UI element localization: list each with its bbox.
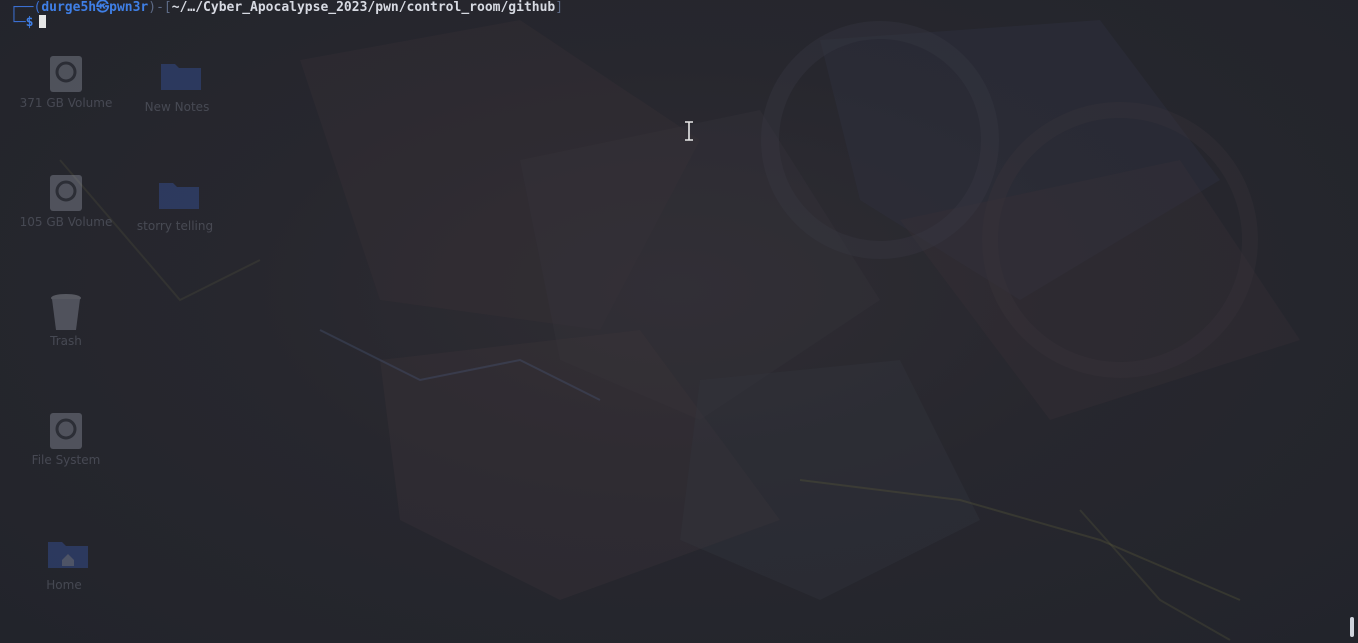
ibeam-cursor-icon xyxy=(684,121,694,145)
desktop-background: 371 GB Volume New Notes 105 GB Volume st… xyxy=(0,0,1358,643)
prompt-frame-bottom: └─ xyxy=(10,15,26,30)
prompt-line-1: ┌──(durge5h㉿pwn3r)-[~/…/Cyber_Apocalypse… xyxy=(10,0,563,16)
prompt-dollar: $ xyxy=(25,15,34,30)
prompt-frame-top: ┌──( xyxy=(10,0,42,15)
prompt-line-2[interactable]: └─$ xyxy=(10,15,47,31)
prompt-host: pwn3r xyxy=(109,0,149,15)
prompt-user: durge5h xyxy=(41,0,97,15)
text-cursor xyxy=(39,15,47,28)
prompt-frame-end: ] xyxy=(555,0,564,15)
prompt-frame-mid: )-[ xyxy=(148,0,172,15)
prompt-path: ~/…/Cyber_Apocalypse_2023/pwn/control_ro… xyxy=(171,0,556,15)
terminal-scrollbar[interactable] xyxy=(1350,617,1354,637)
prompt-at-symbol: ㉿ xyxy=(96,0,110,15)
terminal-window[interactable]: ┌──(durge5h㉿pwn3r)-[~/…/Cyber_Apocalypse… xyxy=(0,0,1358,643)
